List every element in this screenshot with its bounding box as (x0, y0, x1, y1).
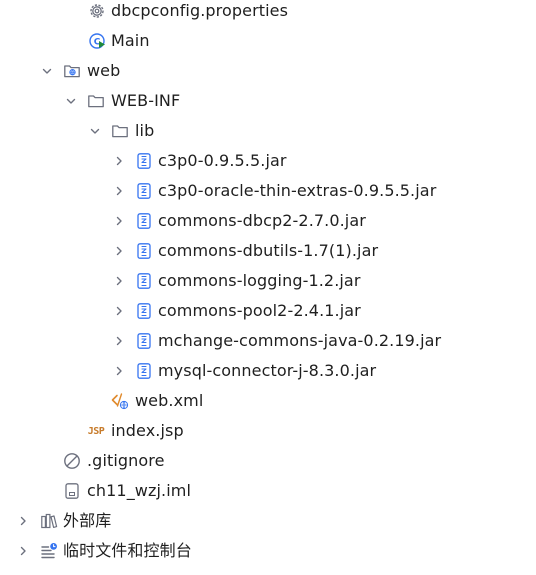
chevron-down-icon[interactable] (40, 64, 54, 78)
tree-item-index-jsp[interactable]: JSP index.jsp (0, 416, 536, 446)
chevron-right-icon[interactable] (112, 304, 126, 318)
jar-icon (135, 362, 153, 380)
chevron-right-icon[interactable] (112, 154, 126, 168)
tree-item-web[interactable]: web (0, 56, 536, 86)
tree-item-jar[interactable]: mchange-commons-java-0.2.19.jar (0, 326, 536, 356)
tree-item-label: ch11_wzj.iml (87, 481, 191, 500)
tree-item-label: dbcpconfig.properties (111, 1, 289, 20)
tree-item-dbcpconfig-properties[interactable]: dbcpconfig.properties (0, 0, 536, 26)
ignored-file-icon (63, 452, 81, 470)
gear-icon (88, 2, 106, 20)
tree-item-jar[interactable]: c3p0-0.9.5.5.jar (0, 146, 536, 176)
tree-item-label: 临时文件和控制台 (63, 541, 192, 560)
tree-item-label: .gitignore (87, 451, 165, 470)
tree-item-label: c3p0-oracle-thin-extras-0.9.5.5.jar (158, 181, 437, 200)
jar-icon (135, 152, 153, 170)
tree-item-web-inf[interactable]: WEB-INF (0, 86, 536, 116)
folder-icon (87, 92, 105, 110)
tree-item-jar[interactable]: commons-pool2-2.4.1.jar (0, 296, 536, 326)
jar-icon (135, 212, 153, 230)
tree-item-web-xml[interactable]: web.xml (0, 386, 536, 416)
jar-icon (135, 272, 153, 290)
tree-item-label: commons-dbcp2-2.7.0.jar (158, 211, 366, 230)
jar-icon (135, 182, 153, 200)
web-folder-icon (63, 62, 81, 80)
tree-item-label: index.jsp (111, 421, 184, 440)
chevron-down-icon[interactable] (64, 94, 78, 108)
tree-item-label: mysql-connector-j-8.3.0.jar (158, 361, 377, 380)
tree-item-gitignore[interactable]: .gitignore (0, 446, 536, 476)
chevron-right-icon[interactable] (112, 334, 126, 348)
tree-item-label: lib (135, 121, 155, 140)
tree-item-iml[interactable]: ch11_wzj.iml (0, 476, 536, 506)
tree-item-jar[interactable]: commons-dbcp2-2.7.0.jar (0, 206, 536, 236)
tree-item-label: mchange-commons-java-0.2.19.jar (158, 331, 442, 350)
tree-item-label: WEB-INF (111, 91, 181, 110)
tree-item-jar[interactable]: commons-dbutils-1.7(1).jar (0, 236, 536, 266)
tree-item-lib[interactable]: lib (0, 116, 536, 146)
chevron-down-icon[interactable] (88, 124, 102, 138)
tree-item-jar[interactable]: c3p0-oracle-thin-extras-0.9.5.5.jar (0, 176, 536, 206)
tree-item-jar[interactable]: mysql-connector-j-8.3.0.jar (0, 356, 536, 386)
chevron-right-icon[interactable] (16, 544, 30, 558)
tree-item-label: c3p0-0.9.5.5.jar (158, 151, 287, 170)
chevron-right-icon[interactable] (112, 274, 126, 288)
chevron-right-icon[interactable] (112, 364, 126, 378)
jar-icon (135, 242, 153, 260)
tree-item-label: commons-logging-1.2.jar (158, 271, 361, 290)
tree-item-scratches-and-consoles[interactable]: 临时文件和控制台 (0, 536, 536, 566)
jar-icon (135, 332, 153, 350)
chevron-right-icon[interactable] (112, 244, 126, 258)
tree-item-label: 外部库 (63, 511, 112, 530)
folder-icon (111, 122, 129, 140)
library-icon (40, 512, 58, 530)
tree-item-external-libraries[interactable]: 外部库 (0, 506, 536, 536)
tree-item-label: web.xml (135, 391, 204, 410)
tree-item-label: Main (111, 31, 150, 50)
jar-icon (135, 302, 153, 320)
jsp-file-icon: JSP (87, 425, 105, 437)
chevron-right-icon[interactable] (112, 214, 126, 228)
xml-file-icon (111, 392, 129, 410)
tree-item-label: web (87, 61, 121, 80)
chevron-right-icon[interactable] (112, 184, 126, 198)
tree-item-label: commons-pool2-2.4.1.jar (158, 301, 361, 320)
scratches-icon (40, 542, 58, 560)
run-class-icon: C (88, 32, 106, 50)
tree-item-label: commons-dbutils-1.7(1).jar (158, 241, 379, 260)
chevron-right-icon[interactable] (16, 514, 30, 528)
tree-item-main[interactable]: C Main (0, 26, 536, 56)
iml-file-icon (63, 482, 81, 500)
tree-item-jar[interactable]: commons-logging-1.2.jar (0, 266, 536, 296)
